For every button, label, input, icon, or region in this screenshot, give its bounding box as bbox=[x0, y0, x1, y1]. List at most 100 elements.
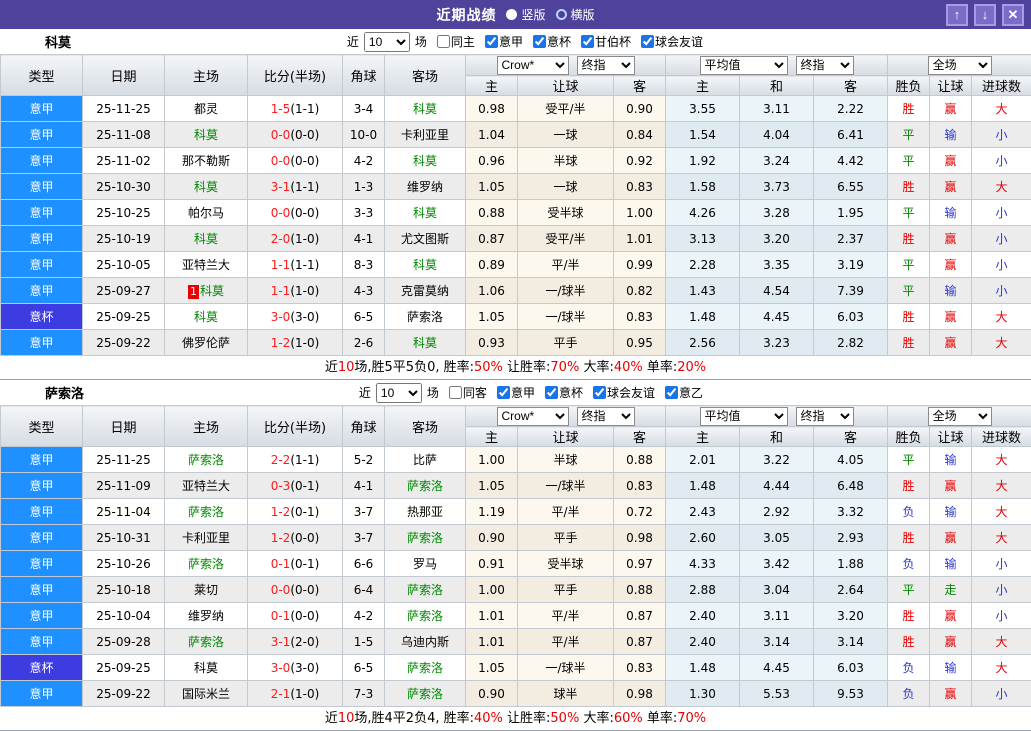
asian-odds-time-select[interactable]: 终指 bbox=[576, 406, 635, 426]
home-team-cell[interactable]: 维罗纳 bbox=[164, 602, 248, 629]
league-checkbox[interactable] bbox=[532, 35, 546, 48]
date-cell: 25-11-04 bbox=[82, 498, 165, 525]
league-filter-3[interactable]: 意乙 bbox=[658, 384, 703, 401]
away-team-cell[interactable]: 罗马 bbox=[384, 550, 466, 577]
home-team-cell[interactable]: 国际米兰 bbox=[164, 680, 248, 707]
away-team-cell[interactable]: 尤文图斯 bbox=[384, 225, 466, 252]
same-side-filter[interactable]: 同客 bbox=[442, 384, 487, 401]
home-team-cell[interactable]: 莱切 bbox=[164, 576, 248, 603]
scope-select[interactable]: 全场 bbox=[927, 55, 992, 75]
league-filter-0[interactable]: 意甲 bbox=[478, 33, 523, 50]
home-team-cell[interactable]: 亚特兰大 bbox=[164, 251, 248, 278]
league-checkbox[interactable] bbox=[640, 35, 654, 48]
away-team-cell[interactable]: 科莫 bbox=[384, 95, 466, 122]
asian-odds-time-select[interactable]: 终指 bbox=[576, 55, 635, 75]
away-team-cell[interactable]: 科莫 bbox=[384, 147, 466, 174]
euro-away-odds: 6.03 bbox=[813, 654, 889, 681]
home-team-cell[interactable]: 亚特兰大 bbox=[164, 472, 248, 499]
home-team-name: 科莫 bbox=[193, 310, 218, 324]
away-team-cell[interactable]: 萨索洛 bbox=[384, 303, 466, 330]
layout-radio-vertical[interactable]: 竖版 bbox=[506, 6, 546, 23]
away-team-cell[interactable]: 科莫 bbox=[384, 329, 466, 356]
league-filter-2[interactable]: 球会友谊 bbox=[586, 384, 655, 401]
asian-odds-source-select[interactable]: Crow* bbox=[496, 406, 569, 426]
euro-home-odds: 1.48 bbox=[665, 472, 741, 499]
home-team-cell[interactable]: 都灵 bbox=[164, 95, 248, 122]
home-team-cell[interactable]: 科莫 bbox=[164, 303, 248, 330]
fulltime-score: 3-1 bbox=[270, 634, 291, 649]
move-down-button[interactable]: ↓ bbox=[974, 3, 996, 26]
corner-cell: 4-1 bbox=[342, 472, 385, 499]
home-team-cell[interactable]: 卡利亚里 bbox=[164, 524, 248, 551]
away-team-cell[interactable]: 萨索洛 bbox=[384, 602, 466, 629]
asian-away-odds: 0.98 bbox=[612, 524, 667, 551]
league-checkbox[interactable] bbox=[664, 386, 678, 399]
away-team-cell[interactable]: 卡利亚里 bbox=[384, 121, 466, 148]
away-team-cell[interactable]: 科莫 bbox=[384, 251, 466, 278]
corner-cell: 1-5 bbox=[342, 628, 385, 655]
same-side-checkbox[interactable] bbox=[436, 35, 450, 48]
home-team-cell[interactable]: 帕尔马 bbox=[164, 199, 248, 226]
league-cell: 意甲 bbox=[0, 329, 83, 356]
euro-draw-odds: 3.11 bbox=[739, 602, 815, 629]
away-team-cell[interactable]: 维罗纳 bbox=[384, 173, 466, 200]
home-team-cell[interactable]: 科莫 bbox=[164, 173, 248, 200]
euro-odds-time-select[interactable]: 终指 bbox=[795, 406, 854, 426]
fulltime-score: 3-0 bbox=[270, 660, 291, 675]
euro-draw-odds: 4.45 bbox=[739, 654, 815, 681]
home-team-cell[interactable]: 1 科莫 bbox=[164, 277, 248, 304]
asian-home-odds: 1.05 bbox=[465, 173, 518, 200]
euro-odds-source-select[interactable]: 平均值 bbox=[699, 55, 788, 75]
result-handicap-cell: 赢 bbox=[929, 329, 973, 356]
home-team-cell[interactable]: 佛罗伦萨 bbox=[164, 329, 248, 356]
fulltime-score: 2-2 bbox=[270, 452, 291, 467]
league-filter-0[interactable]: 意甲 bbox=[490, 384, 535, 401]
league-checkbox[interactable] bbox=[580, 35, 594, 48]
home-team-cell[interactable]: 萨索洛 bbox=[164, 550, 248, 577]
away-team-cell[interactable]: 克雷莫纳 bbox=[384, 277, 466, 304]
layout-radio-horizontal[interactable]: 横版 bbox=[555, 6, 595, 23]
away-team-cell[interactable]: 乌迪内斯 bbox=[384, 628, 466, 655]
away-team-cell[interactable]: 萨索洛 bbox=[384, 524, 466, 551]
away-team-cell[interactable]: 萨索洛 bbox=[384, 472, 466, 499]
away-team-cell[interactable]: 萨索洛 bbox=[384, 680, 466, 707]
league-filter-3[interactable]: 球会友谊 bbox=[634, 33, 703, 50]
matches-count-select[interactable]: 10 bbox=[363, 31, 410, 52]
close-button[interactable]: ✕ bbox=[1002, 3, 1024, 26]
home-team-cell[interactable]: 那不勒斯 bbox=[164, 147, 248, 174]
scope-select[interactable]: 全场 bbox=[927, 406, 992, 426]
league-checkbox[interactable] bbox=[544, 386, 558, 399]
home-team-cell[interactable]: 萨索洛 bbox=[164, 446, 248, 473]
league-filter-1[interactable]: 意杯 bbox=[526, 33, 571, 50]
euro-draw-odds: 4.04 bbox=[739, 121, 815, 148]
same-side-checkbox[interactable] bbox=[448, 386, 462, 399]
league-filter-2[interactable]: 甘伯杯 bbox=[574, 33, 631, 50]
result-wdl-cell: 负 bbox=[887, 654, 931, 681]
same-side-filter[interactable]: 同主 bbox=[430, 33, 475, 50]
asian-away-odds: 0.95 bbox=[612, 329, 667, 356]
away-team-cell[interactable]: 比萨 bbox=[384, 446, 466, 473]
euro-home-odds: 1.48 bbox=[665, 303, 741, 330]
away-team-name: 萨索洛 bbox=[406, 310, 443, 324]
asian-odds-source-select[interactable]: Crow* bbox=[496, 55, 569, 75]
home-team-cell[interactable]: 萨索洛 bbox=[164, 498, 248, 525]
home-team-cell[interactable]: 科莫 bbox=[164, 225, 248, 252]
league-checkbox[interactable] bbox=[484, 35, 498, 48]
away-team-cell[interactable]: 萨索洛 bbox=[384, 654, 466, 681]
league-checkbox[interactable] bbox=[496, 386, 510, 399]
league-checkbox[interactable] bbox=[592, 386, 606, 399]
away-team-cell[interactable]: 热那亚 bbox=[384, 498, 466, 525]
home-team-cell[interactable]: 科莫 bbox=[164, 654, 248, 681]
away-team-cell[interactable]: 萨索洛 bbox=[384, 576, 466, 603]
euro-draw-odds: 3.20 bbox=[739, 225, 815, 252]
summary-value: 60% bbox=[613, 711, 643, 726]
matches-count-select[interactable]: 10 bbox=[375, 382, 422, 403]
stats-summary: 近10场,胜4平2负4, 胜率:40% 让胜率:50% 大率:60% 单率:70… bbox=[0, 707, 1031, 731]
euro-odds-source-select[interactable]: 平均值 bbox=[699, 406, 788, 426]
move-up-button[interactable]: ↑ bbox=[946, 3, 968, 26]
away-team-cell[interactable]: 科莫 bbox=[384, 199, 466, 226]
league-filter-1[interactable]: 意杯 bbox=[538, 384, 583, 401]
euro-odds-time-select[interactable]: 终指 bbox=[795, 55, 854, 75]
home-team-cell[interactable]: 科莫 bbox=[164, 121, 248, 148]
home-team-cell[interactable]: 萨索洛 bbox=[164, 628, 248, 655]
